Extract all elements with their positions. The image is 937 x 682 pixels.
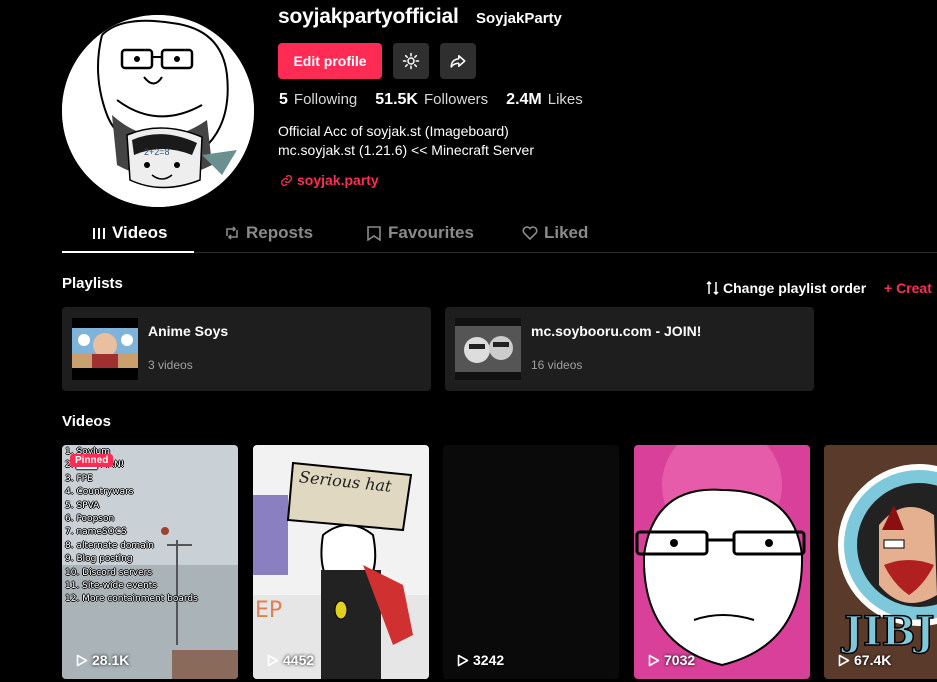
- heart-icon: [522, 226, 538, 240]
- playlist-count: 3 videos: [148, 358, 193, 372]
- stat-label: Followers: [423, 91, 489, 108]
- playlists-heading: Playlists: [62, 275, 123, 292]
- bio-line: mc.soyjak.st (1.21.6) << Minecraft Serve…: [278, 142, 534, 158]
- play-icon: [76, 654, 88, 666]
- stat-number: 5: [279, 91, 288, 108]
- settings-button[interactable]: [393, 43, 429, 79]
- tab-label: Favourites: [388, 223, 474, 242]
- views-count: 67.4K: [854, 652, 892, 668]
- edit-profile-button[interactable]: Edit profile: [278, 43, 382, 79]
- change-playlist-order-button[interactable]: Change playlist order: [706, 280, 866, 296]
- tab-videos[interactable]: Videos: [62, 214, 194, 253]
- video-card[interactable]: JIBJ 67.4K: [824, 445, 937, 679]
- svg-text:EP: EP: [255, 598, 282, 623]
- video-views: 4452: [267, 652, 314, 668]
- video-views: 28.1K: [76, 652, 129, 668]
- stat-likes: 2.4M Likes: [506, 91, 583, 109]
- video-thumbnail: JIBJ: [824, 445, 937, 679]
- views-count: 4452: [283, 652, 315, 668]
- tab-liked[interactable]: Liked: [522, 214, 588, 252]
- video-views: 67.4K: [838, 652, 891, 668]
- tab-label: Reposts: [246, 223, 314, 242]
- profile-stats: 5 Following 51.5K Followers 2.4M Likes: [279, 91, 601, 109]
- share-icon: [450, 55, 466, 68]
- gear-icon: [402, 52, 420, 70]
- profile-bio: Official Acc of soyjak.st (Imageboard) m…: [278, 122, 534, 160]
- pinned-badge: Pinned: [70, 454, 114, 467]
- views-count: 7032: [664, 652, 696, 668]
- playlist-card[interactable]: Anime Soys 3 videos: [62, 307, 431, 391]
- video-views: 3242: [457, 652, 504, 668]
- playlist-thumbnail: [72, 318, 138, 380]
- play-icon: [838, 654, 850, 666]
- nickname: SoyjakParty: [476, 10, 562, 27]
- play-icon: [648, 654, 660, 666]
- profile-tabs: Videos Reposts Favourites Liked: [62, 214, 937, 253]
- stat-following[interactable]: 5 Following: [279, 91, 357, 109]
- views-count: 3242: [473, 652, 505, 668]
- share-button[interactable]: [440, 43, 476, 79]
- repost-icon: [226, 226, 238, 240]
- video-card[interactable]: 3242: [443, 445, 619, 679]
- stat-label: Following: [293, 91, 358, 108]
- profile-avatar[interactable]: 2+2=8: [62, 15, 254, 207]
- stat-number: 51.5K: [375, 91, 418, 108]
- sort-icon: [706, 281, 719, 295]
- svg-text:2+2=8: 2+2=8: [144, 147, 170, 157]
- video-card[interactable]: 1. Soylum 2. ███ MAN! 3. FPE 4. Countryw…: [62, 445, 238, 679]
- tab-label: Videos: [112, 223, 168, 242]
- playlist-card[interactable]: mc.soybooru.com - JOIN! 16 videos: [445, 307, 814, 391]
- video-card[interactable]: EP Serious hat 4452: [253, 445, 429, 679]
- video-thumbnail: [634, 445, 810, 679]
- playlist-count: 16 videos: [531, 358, 583, 372]
- link-text: soyjak.party: [297, 172, 379, 188]
- playlist-name: Anime Soys: [148, 323, 229, 339]
- playlist-name: mc.soybooru.com - JOIN!: [531, 323, 702, 339]
- video-views: 7032: [648, 652, 695, 668]
- bookmark-icon: [367, 225, 381, 241]
- playlist-thumbnail: [455, 318, 521, 380]
- tab-favourites[interactable]: Favourites: [366, 214, 474, 252]
- stat-followers[interactable]: 51.5K Followers: [375, 91, 488, 109]
- tab-reposts[interactable]: Reposts: [224, 214, 313, 252]
- bio-line: Official Acc of soyjak.st (Imageboard): [278, 123, 509, 139]
- video-overlay-text: 1. Soylum 2. ███ MAN! 3. FPE 4. Countryw…: [65, 447, 198, 605]
- create-playlist-button[interactable]: + Creat: [884, 280, 932, 296]
- play-icon: [267, 654, 279, 666]
- tab-label: Liked: [544, 223, 589, 242]
- svg-text:JIBJ: JIBJ: [841, 608, 934, 655]
- videos-heading: Videos: [62, 413, 111, 430]
- play-icon: [457, 654, 469, 666]
- username: soyjakpartyofficial: [278, 5, 459, 28]
- grid-icon: [93, 228, 105, 239]
- change-order-label: Change playlist order: [723, 280, 867, 296]
- profile-link[interactable]: soyjak.party: [280, 172, 379, 188]
- views-count: 28.1K: [92, 652, 130, 668]
- link-icon: [280, 174, 293, 186]
- stat-label: Likes: [547, 91, 583, 108]
- video-card[interactable]: 7032: [634, 445, 810, 679]
- stat-number: 2.4M: [506, 91, 542, 108]
